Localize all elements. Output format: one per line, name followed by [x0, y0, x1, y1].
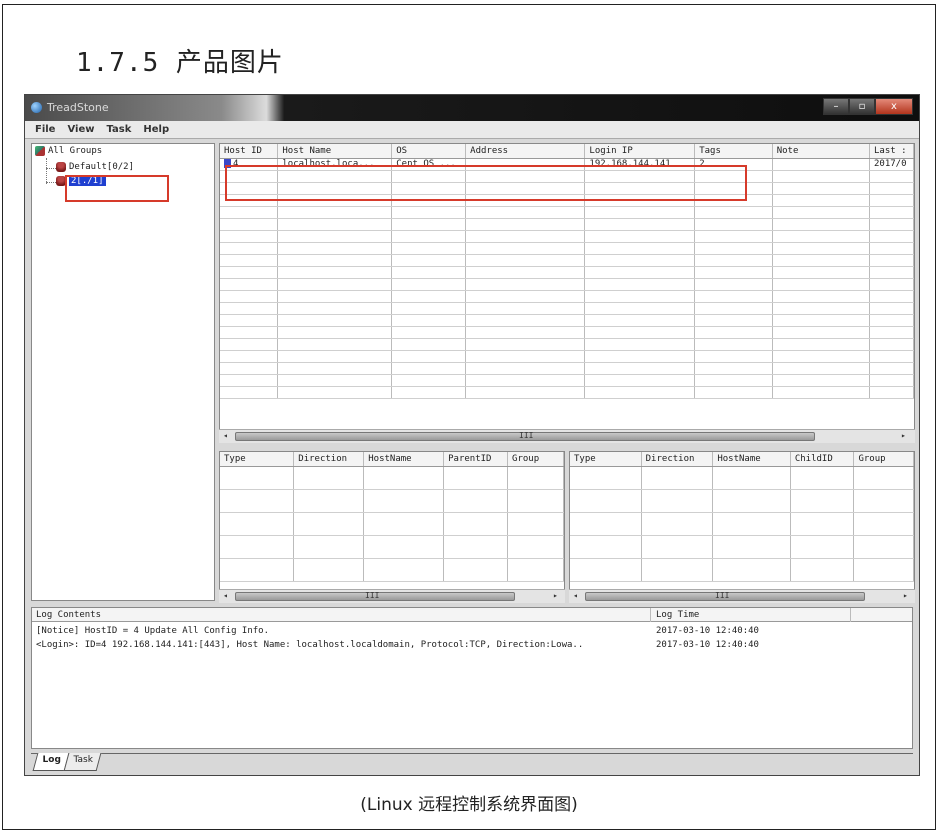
menu-view[interactable]: View [67, 124, 94, 135]
empty-row [220, 326, 914, 339]
empty-row [570, 535, 914, 559]
log-row-time: 2017-03-10 12:40:40 [656, 640, 759, 650]
log-row-content: [Notice] HostID = 4 Update All Config In… [36, 626, 269, 636]
log-col-contents: Log Contents [36, 610, 102, 620]
scroll-left-arrow[interactable]: ◂ [223, 431, 228, 440]
connection-col-header[interactable]: Direction [293, 452, 365, 467]
scroll-right-arrow[interactable]: ▸ [903, 591, 908, 600]
scroll-grip: III [519, 431, 534, 440]
tree-node-all-groups[interactable]: All Groups [35, 146, 102, 156]
empty-row [220, 374, 914, 387]
host-cell [772, 158, 870, 171]
bottom-tabs: Log Task [32, 753, 103, 771]
hosts-col-header[interactable]: Last : [869, 144, 914, 159]
connection-col-header[interactable]: Direction [641, 452, 714, 467]
tree-label-default: Default[0/2] [69, 162, 135, 172]
hosts-col-header[interactable]: Login IP [584, 144, 696, 159]
empty-row [570, 512, 914, 536]
empty-row [220, 338, 914, 351]
title-bar[interactable]: TreadStone – ▫ x [25, 95, 919, 121]
empty-row [220, 466, 564, 490]
scroll-grip: III [365, 591, 380, 600]
empty-row [220, 242, 914, 255]
empty-row [220, 266, 914, 279]
empty-row [220, 535, 564, 559]
host-group-icon [56, 162, 66, 172]
empty-row [220, 302, 914, 315]
empty-row [220, 489, 564, 513]
menu-help[interactable]: Help [143, 124, 169, 135]
app-icon [31, 102, 42, 113]
connection-col-header[interactable]: Type [570, 452, 642, 467]
log-header: Log Contents Log Time [32, 608, 912, 622]
hosts-hscrollbar[interactable]: ◂ III ▸ [219, 429, 915, 443]
scroll-right-arrow[interactable]: ▸ [901, 431, 906, 440]
empty-row [220, 218, 914, 231]
connection-col-header[interactable]: HostName [363, 452, 445, 467]
empty-row [220, 230, 914, 243]
scroll-left-arrow[interactable]: ◂ [223, 591, 228, 600]
tree-connector [46, 158, 47, 184]
hosts-col-header[interactable]: Address [465, 144, 586, 159]
tree-node-default[interactable]: Default[0/2] [56, 162, 134, 172]
highlight-box-tree [65, 175, 169, 202]
connection-col-header[interactable]: Type [220, 452, 295, 467]
parent-connections-table: Type Direction HostName ParentID Group [219, 451, 565, 603]
window-title: TreadStone [47, 101, 109, 114]
empty-row [220, 350, 914, 363]
connection-col-header[interactable]: Group [853, 452, 914, 467]
empty-row [220, 254, 914, 267]
hosts-col-header[interactable]: OS [391, 144, 467, 159]
section-heading: 1.7.5 产品图片 [76, 48, 284, 78]
child-connections-hscrollbar[interactable]: ◂ III ▸ [569, 589, 915, 603]
menu-file[interactable]: File [35, 124, 55, 135]
minimize-button[interactable]: – [823, 98, 849, 115]
empty-row [220, 362, 914, 375]
tab-task[interactable]: Task [63, 753, 103, 771]
connection-col-header[interactable]: HostName [712, 452, 791, 467]
tree-connector [46, 182, 56, 183]
empty-row [220, 512, 564, 536]
close-button[interactable]: x [875, 98, 913, 115]
empty-row [220, 558, 564, 582]
log-row-content: <Login>: ID=4 192.168.144.141:[443], Hos… [36, 640, 584, 650]
child-connections-table: Type Direction HostName ChildID Group [569, 451, 915, 603]
empty-row [220, 314, 914, 327]
empty-row [220, 278, 914, 291]
tree-label-all-groups: All Groups [48, 146, 103, 156]
group-tree: All Groups Default[0/2] 2[./1] [31, 143, 215, 601]
log-row-time: 2017-03-10 12:40:40 [656, 626, 759, 636]
scroll-right-arrow[interactable]: ▸ [553, 591, 558, 600]
log-panel: Log Contents Log Time [Notice] HostID = … [31, 607, 913, 749]
connection-col-header[interactable]: Group [507, 452, 564, 467]
highlight-box-host-row [225, 165, 747, 201]
treadstone-window: TreadStone – ▫ x File View Task Help All… [24, 94, 920, 776]
tab-strip [31, 753, 913, 754]
empty-row [220, 386, 914, 399]
log-col-time: Log Time [656, 610, 700, 620]
hosts-col-header[interactable]: Host Name [277, 144, 393, 159]
tree-connector [46, 168, 56, 169]
connection-col-header[interactable]: ParentID [443, 452, 509, 467]
menu-task[interactable]: Task [106, 124, 131, 135]
connection-col-header[interactable]: ChildID [790, 452, 855, 467]
empty-row [570, 466, 914, 490]
empty-row [220, 206, 914, 219]
menu-bar: File View Task Help [25, 121, 919, 139]
scroll-grip: III [715, 591, 730, 600]
empty-row [570, 489, 914, 513]
host-cell: 2017/0 [869, 158, 914, 171]
hosts-col-header[interactable]: Note [772, 144, 870, 159]
figure-caption: (Linux 远程控制系统界面图) [360, 795, 578, 815]
empty-row [220, 290, 914, 303]
maximize-button[interactable]: ▫ [849, 98, 875, 115]
groups-icon [35, 146, 45, 156]
hosts-col-header[interactable]: Tags [694, 144, 773, 159]
parent-connections-hscrollbar[interactable]: ◂ III ▸ [219, 589, 565, 603]
scroll-left-arrow[interactable]: ◂ [573, 591, 578, 600]
empty-row [570, 558, 914, 582]
hosts-col-header[interactable]: Host ID [220, 144, 279, 159]
